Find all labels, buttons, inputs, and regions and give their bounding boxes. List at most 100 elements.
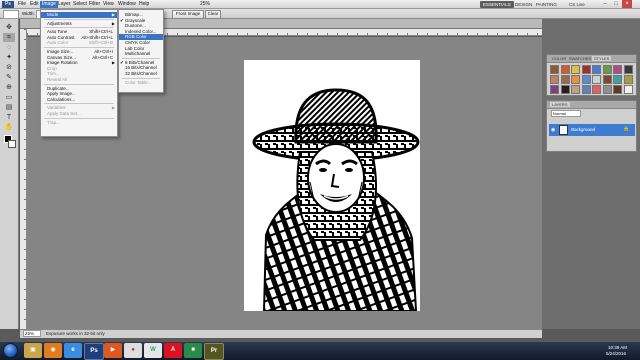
clock-time[interactable]: 10:39 AM [608,345,627,350]
image-menu-item-label: Image Size... [47,49,74,54]
style-swatch[interactable] [592,65,601,74]
media-player-icon[interactable]: ▶ [104,343,122,358]
width-label: Width: [22,11,35,16]
image-menu-item-label: Auto Color [47,40,69,46]
style-swatch[interactable] [550,85,559,94]
workspace-essentials-button[interactable]: ESSENTIALS [480,1,514,8]
mode-menu-item-label: 8 Bits/Channel [125,59,155,65]
photoshop-icon[interactable]: Ps [84,343,104,360]
style-swatch[interactable] [571,85,580,94]
eyedropper-tool-icon[interactable]: ⊘ [3,63,15,72]
acrobat-icon[interactable]: A [164,343,182,358]
crop-tool-icon[interactable]: ⌗ [3,33,15,42]
image-menu-item-label: Adjustments [47,20,72,26]
premiere-icon[interactable]: Pr [204,343,224,360]
image-menu-item-adjustments[interactable]: Adjustments ▶ [41,21,117,27]
style-swatch[interactable] [602,85,612,94]
style-swatch[interactable] [581,85,591,94]
background-color-swatch[interactable] [8,140,16,148]
image-menu-item-label: Calculations... [47,96,76,102]
front-image-button[interactable]: Front Image [172,10,204,19]
style-swatch[interactable] [560,75,570,84]
style-swatch[interactable] [550,65,559,74]
minimize-icon[interactable]: – [600,0,610,8]
close-icon[interactable]: × [622,0,632,8]
style-swatch[interactable] [613,75,622,84]
lasso-tool-icon[interactable]: ◌ [3,43,15,52]
document-canvas-image[interactable] [244,60,420,311]
eraser-tool-icon[interactable]: ▭ [3,93,15,102]
clock-date[interactable]: 5/24/2016 [606,351,626,356]
image-menu-item-label: Canvas Size... [47,54,77,60]
portrait-illustration [252,88,420,311]
image-menu-dropdown: Mode ▶ Adjustments ▶ Auto Tone Shift+Ctrl+L Au… [40,9,118,137]
image-menu-separator [44,47,114,48]
style-swatch[interactable] [602,75,612,84]
image-menu-item-calculations[interactable]: Calculations... [41,97,117,103]
style-swatch[interactable] [560,65,570,74]
style-swatch[interactable] [571,65,580,74]
cs-live-button[interactable]: CS Live [566,1,588,8]
blend-mode-select[interactable]: Normal [551,110,581,117]
style-swatch[interactable] [613,65,622,74]
style-swatch[interactable] [550,75,559,84]
tab-styles[interactable]: STYLES [592,56,612,61]
brush-tool-icon[interactable]: ✎ [3,73,15,82]
style-swatch[interactable] [623,85,633,94]
tab-color[interactable]: COLOR [550,56,568,61]
menu-edit[interactable]: Edit [28,1,41,8]
layers-panel-tabs: LAYERS [547,101,636,109]
menu-file[interactable]: File [16,1,28,8]
style-swatch[interactable] [613,85,622,94]
menu-view[interactable]: View [101,1,116,8]
mode-menu-item-multichannel[interactable]: Multichannel [119,51,163,57]
mode-menu-item-32-bits-channel[interactable]: 32 Bits/Channel [119,71,163,77]
workspace-design-button[interactable]: DESIGN [512,1,535,8]
style-swatch[interactable] [560,85,570,94]
style-swatch[interactable] [571,75,580,84]
zoom-level-display[interactable]: 25% [198,1,212,8]
menu-filter[interactable]: Filter [87,1,102,8]
menu-window[interactable]: Window [116,1,138,8]
move-tool-icon[interactable]: ✥ [3,23,15,32]
style-swatch[interactable] [592,75,601,84]
image-menu-separator [44,117,114,119]
tab-layers[interactable]: LAYERS [550,102,570,107]
app-icon[interactable]: ■ [184,343,202,358]
maximize-icon[interactable]: □ [611,0,621,8]
gradient-tool-icon[interactable]: ▤ [3,103,15,112]
chrome-icon[interactable]: ● [124,343,142,358]
image-menu-item-label: Image Rotation [47,60,78,66]
image-menu-item-label: Apply Data Set... [47,111,81,116]
style-swatch[interactable] [602,65,612,74]
image-menu-item-label: Auto Contrast [47,34,75,40]
word-icon[interactable]: W [144,343,162,358]
lock-icon: 🔒 [623,126,630,132]
start-button-icon[interactable] [3,343,18,358]
style-swatch[interactable] [623,75,633,84]
ie-icon[interactable]: e [64,343,82,358]
image-menu-item-auto-color: Auto Color Shift+Ctrl+B [41,40,117,46]
type-tool-icon[interactable]: T [3,113,15,122]
explorer-icon[interactable]: ▣ [24,343,42,358]
eye-icon[interactable]: ◉ [551,127,555,133]
magic-wand-tool-icon[interactable]: ✦ [3,53,15,62]
hand-tool-icon[interactable]: ✋ [3,123,15,132]
firefox-icon[interactable]: ◉ [44,343,62,358]
style-swatch[interactable] [581,75,591,84]
tool-preset-picker[interactable] [3,10,19,19]
image-menu-item-label: Trim... [47,71,60,77]
status-zoom-field[interactable]: 25% [23,330,41,337]
mode-menu-item-label: Multichannel [125,51,151,57]
style-swatch[interactable] [581,65,591,74]
style-swatch[interactable] [623,65,633,74]
image-menu-item-mode[interactable]: Mode ▶ [41,12,117,18]
workspace-painting-button[interactable]: PAINTING [533,1,560,8]
clone-stamp-tool-icon[interactable]: ⊕ [3,83,15,92]
menu-help[interactable]: Help [137,1,151,8]
clear-button[interactable]: Clear [205,10,221,19]
image-menu-item-label: Auto Tone [47,29,68,35]
style-swatch[interactable] [592,85,601,94]
photoshop-logo-icon: Ps [2,1,14,8]
tab-swatches[interactable]: SWATCHES [567,56,593,61]
